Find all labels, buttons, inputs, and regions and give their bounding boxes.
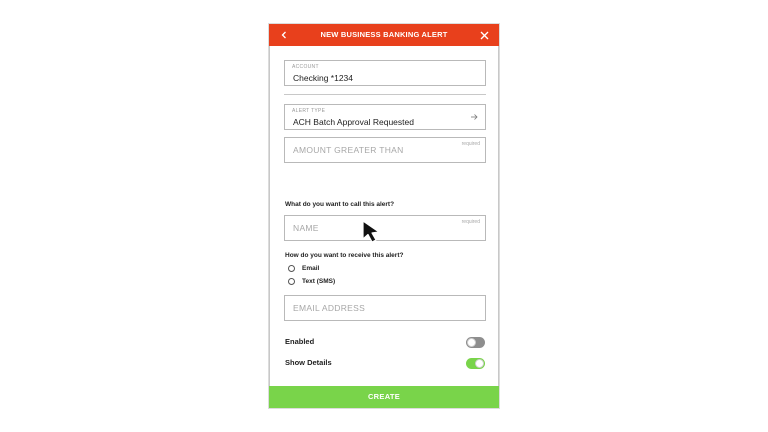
name-required-hint: required bbox=[461, 219, 480, 225]
alert-modal: NEW BUSINESS BANKING ALERT ACCOUNT Check… bbox=[269, 24, 499, 408]
show-details-row: Show Details bbox=[285, 357, 485, 369]
name-question: What do you want to call this alert? bbox=[285, 201, 395, 208]
delivery-question: How do you want to receive this alert? bbox=[285, 252, 404, 259]
close-button[interactable] bbox=[473, 24, 495, 46]
name-input[interactable]: NAME required bbox=[284, 215, 486, 241]
amount-input[interactable]: AMOUNT GREATER THAN required bbox=[284, 137, 486, 163]
modal-header: NEW BUSINESS BANKING ALERT bbox=[269, 24, 499, 46]
alert-type-field[interactable]: ALERT TYPE ACH Batch Approval Requested bbox=[284, 104, 486, 130]
show-details-label: Show Details bbox=[285, 358, 332, 367]
account-label: ACCOUNT bbox=[292, 64, 319, 70]
alert-type-label: ALERT TYPE bbox=[292, 108, 326, 114]
create-button[interactable]: CREATE bbox=[269, 386, 499, 408]
amount-placeholder: AMOUNT GREATER THAN bbox=[293, 145, 404, 155]
email-address-input[interactable]: EMAIL ADDRESS bbox=[284, 295, 486, 321]
arrow-right-icon bbox=[471, 114, 478, 120]
name-placeholder: NAME bbox=[293, 223, 319, 233]
radio-email[interactable]: Email bbox=[288, 265, 319, 272]
enabled-label: Enabled bbox=[285, 337, 315, 346]
account-field[interactable]: ACCOUNT Checking *1234 bbox=[284, 60, 486, 86]
close-icon bbox=[480, 31, 488, 39]
form-content: ACCOUNT Checking *1234 ALERT TYPE ACH Ba… bbox=[269, 46, 499, 386]
radio-circle[interactable] bbox=[288, 265, 295, 272]
radio-email-label: Email bbox=[302, 265, 320, 272]
section-divider bbox=[284, 94, 486, 95]
back-button[interactable] bbox=[273, 24, 295, 46]
modal-title: NEW BUSINESS BANKING ALERT bbox=[320, 30, 448, 39]
email-placeholder: EMAIL ADDRESS bbox=[293, 303, 366, 313]
account-value: Checking *1234 bbox=[293, 73, 354, 83]
enabled-toggle[interactable] bbox=[466, 337, 485, 348]
amount-required-hint: required bbox=[461, 141, 480, 147]
radio-sms[interactable]: Text (SMS) bbox=[288, 278, 335, 285]
alert-type-value: ACH Batch Approval Requested bbox=[293, 117, 414, 127]
radio-sms-label: Text (SMS) bbox=[302, 278, 336, 285]
enabled-row: Enabled bbox=[285, 336, 485, 348]
show-details-toggle[interactable] bbox=[466, 358, 485, 369]
radio-circle[interactable] bbox=[288, 278, 295, 285]
chevron-left-icon bbox=[281, 31, 286, 39]
